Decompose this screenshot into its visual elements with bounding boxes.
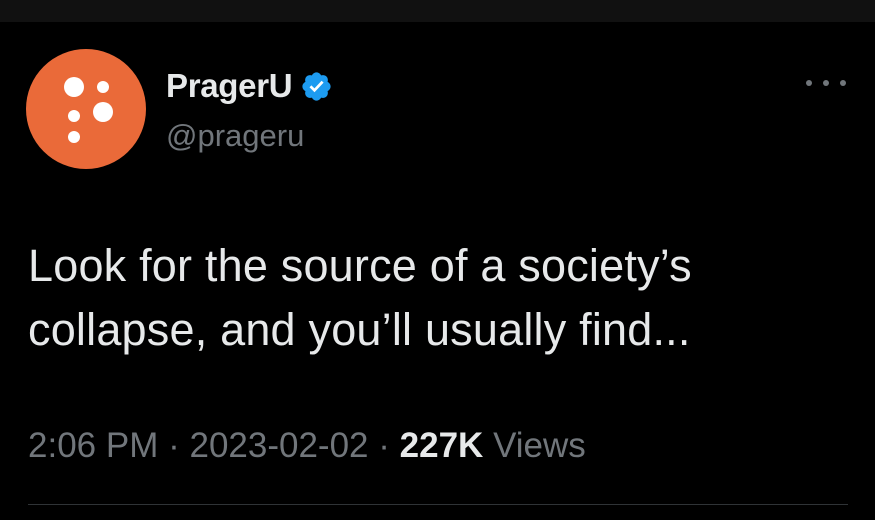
top-bar <box>0 0 875 22</box>
tweet-time[interactable]: 2:06 PM <box>28 426 158 465</box>
avatar-logo-dot <box>68 131 80 143</box>
tweet-text-line: Look for the source of a society’s <box>28 240 692 291</box>
avatar-logo-dot <box>68 110 80 122</box>
author-handle[interactable]: @prageru <box>166 118 304 154</box>
more-horizontal-icon[interactable] <box>806 77 846 89</box>
avatar-logo-dot <box>93 102 113 122</box>
tweet-meta: 2:06 PM · 2023-02-02 · 227K Views <box>28 426 586 466</box>
tweet-text-line: collapse, and you’ll usually find... <box>28 304 691 355</box>
views-count[interactable]: 227K <box>400 426 484 465</box>
avatar[interactable] <box>26 49 146 169</box>
author-display-name[interactable]: PragerU <box>166 67 293 105</box>
meta-separator: · <box>168 426 180 465</box>
more-dot <box>806 80 812 86</box>
divider <box>28 504 848 505</box>
author-name-row: PragerU <box>166 66 333 106</box>
avatar-logo-dot <box>64 77 84 97</box>
views-label[interactable]: Views <box>493 426 586 465</box>
more-dot <box>840 80 846 86</box>
verified-badge-icon <box>302 71 331 101</box>
tweet-text: Look for the source of a society’s colla… <box>28 234 848 362</box>
tweet-date[interactable]: 2023-02-02 <box>189 426 368 465</box>
avatar-logo-dot <box>97 81 109 93</box>
more-dot <box>823 80 829 86</box>
meta-separator: · <box>378 426 390 465</box>
tweet-card: PragerU @prageru Look for the source of … <box>0 22 875 520</box>
